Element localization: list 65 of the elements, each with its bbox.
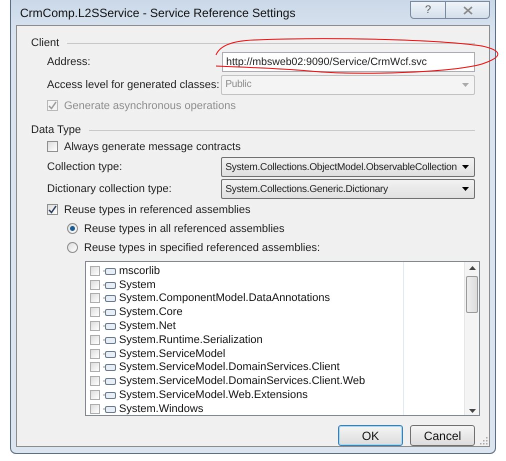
section-heading: Client (31, 37, 60, 49)
assembly-name[interactable]: System.ServiceModel.Web.Extensions (119, 389, 308, 402)
window-title: CrmComp.L2SService - Service Reference Settings (19, 6, 296, 20)
field-label: Dictionary collection type: (47, 183, 173, 195)
checkbox[interactable] (90, 390, 100, 400)
help-button[interactable]: ? (410, 1, 446, 19)
ok-button[interactable]: OK (338, 425, 403, 446)
assembly-icon (103, 336, 116, 344)
checkbox[interactable] (90, 266, 100, 276)
assembly-name[interactable]: System.ServiceModel.DomainServices.Client.Web (119, 375, 366, 388)
radio-label: Reuse types in specified referenced assemblies: (84, 242, 320, 254)
checkbox[interactable] (90, 334, 100, 345)
close-button[interactable] (446, 1, 490, 19)
assembly-icon (103, 391, 116, 400)
assembly-name[interactable]: System.Net (119, 320, 176, 332)
assembly-name[interactable]: mscorlib (119, 264, 160, 277)
assembly-name[interactable]: System.Runtime.Serialization (119, 334, 263, 346)
checkbox-label: Generate asynchronous operations (64, 100, 236, 112)
assembly-name[interactable]: System.ServiceModel.DomainServices.Client (119, 361, 340, 374)
dropdown-arrow-icon (462, 82, 469, 86)
field-label: Collection type: (47, 161, 124, 173)
assembly-name[interactable]: System.Windows (119, 402, 204, 415)
close-icon (462, 6, 472, 14)
assembly-name[interactable]: System.Core (119, 306, 183, 318)
checkbox[interactable] (47, 204, 58, 215)
dropdown-arrow-icon (462, 165, 469, 169)
assembly-icon (103, 404, 116, 413)
field-label: Access level for generated classes: (47, 78, 220, 90)
scroll-down-icon (468, 409, 476, 413)
radio-button[interactable] (67, 223, 78, 234)
radio-label: Reuse types in all referenced assemblies (84, 222, 285, 234)
assembly-icon (103, 377, 116, 386)
checkbox-label: Reuse types in referenced assemblies (64, 204, 250, 216)
scroll-thumb[interactable] (466, 276, 478, 313)
assembly-icon (103, 350, 116, 358)
dictionary-type-dropdown[interactable]: System.Collections.Generic.Dictionary (221, 179, 475, 199)
cancel-button[interactable]: Cancel (410, 425, 475, 446)
assembly-icon (103, 308, 116, 316)
scroll-up-icon (468, 266, 476, 270)
checkbox[interactable] (90, 307, 100, 318)
checkbox[interactable] (90, 362, 100, 372)
assembly-name[interactable]: System.ServiceModel (119, 348, 226, 360)
radio-button[interactable] (67, 242, 78, 253)
collection-type-dropdown[interactable]: System.Collections.ObjectModel.ObservableCollection (221, 157, 475, 177)
assembly-icon (103, 280, 116, 289)
checkbox[interactable] (90, 376, 100, 386)
assembly-icon (103, 322, 116, 330)
field-label: Address: (47, 56, 92, 68)
checkbox-label: Always generate message contracts (64, 140, 241, 152)
dropdown-arrow-icon (462, 187, 469, 191)
assembly-icon (103, 363, 116, 372)
checkbox[interactable] (90, 321, 100, 332)
resize-grip-icon (479, 436, 488, 445)
scrollbar[interactable] (464, 262, 479, 415)
checkbox[interactable] (47, 141, 58, 152)
checkbox[interactable] (90, 293, 100, 304)
assembly-icon (103, 294, 116, 302)
checkbox[interactable] (90, 348, 100, 359)
address-field[interactable]: http://mbsweb02:9090/Service/CrmWcf.svc (222, 52, 475, 72)
checkbox[interactable] (90, 280, 100, 290)
assembly-name[interactable]: System (119, 278, 156, 291)
checkbox[interactable] (90, 404, 100, 414)
section-heading: Data Type (31, 124, 81, 136)
assembly-icon (103, 266, 116, 275)
assembly-name[interactable]: System.ComponentModel.DataAnnotations (119, 292, 330, 304)
